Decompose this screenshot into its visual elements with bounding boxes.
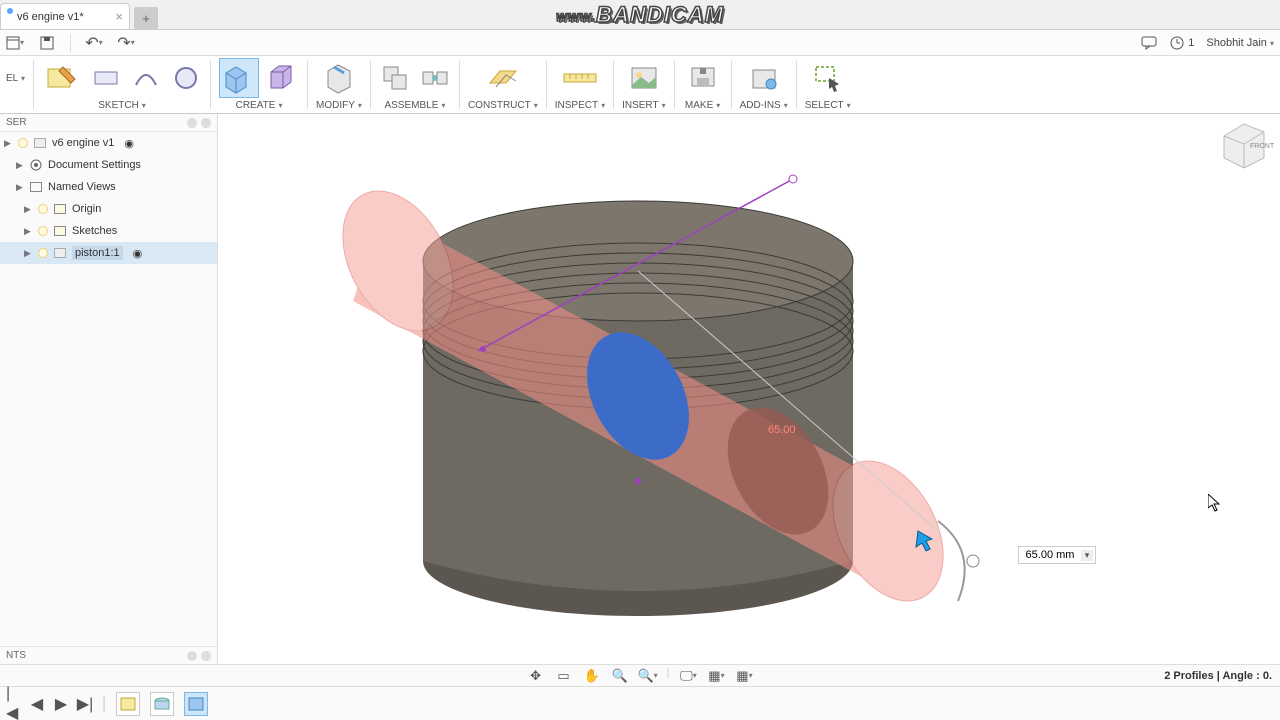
close-icon[interactable]: × xyxy=(115,9,123,24)
tab-title: v6 engine v1* xyxy=(17,11,84,23)
new-component-icon[interactable] xyxy=(379,62,411,94)
ribbon-group-insert[interactable]: INSERT▾ xyxy=(622,100,666,113)
status-text: 2 Profiles | Angle : 0. xyxy=(1164,670,1280,682)
viewport-canvas[interactable]: 65.00 ▾ FRONT xyxy=(218,114,1280,664)
undo-icon[interactable]: ↶▾ xyxy=(85,34,103,52)
dropdown-icon[interactable]: ▾ xyxy=(1081,550,1093,561)
dimension-input[interactable] xyxy=(1021,549,1079,561)
comments-icon[interactable] xyxy=(1140,34,1158,52)
construct-plane-icon[interactable] xyxy=(483,58,523,98)
extrude-icon[interactable] xyxy=(219,58,259,98)
browser-item-sketches[interactable]: ▶ Sketches xyxy=(0,220,217,242)
timeline-play-icon[interactable]: ▶ xyxy=(54,697,68,711)
timeline: |◀ ◀ ▶ ▶| | xyxy=(0,686,1280,720)
cursor-icon xyxy=(1208,494,1220,512)
component-icon xyxy=(34,138,46,148)
grid-icon[interactable]: ▦▾ xyxy=(707,667,725,685)
circle-icon[interactable] xyxy=(170,62,202,94)
document-tab[interactable]: v6 engine v1* × xyxy=(0,3,130,29)
new-tab-button[interactable]: + xyxy=(134,7,158,29)
visibility-icon[interactable] xyxy=(38,248,48,258)
status-bar: ✥ ▭ ✋ 🔍 🔍▾ | 🖵▾ ▦▾ ▦▾ 2 Profiles | Angle… xyxy=(0,664,1280,686)
folder-icon xyxy=(54,204,66,214)
browser-panel: SER ▶ v6 engine v1 ◉ ▶ Document Settings… xyxy=(0,114,218,664)
views-icon xyxy=(30,182,42,192)
fit-icon[interactable]: 🔍▾ xyxy=(639,667,657,685)
browser-item-docsettings[interactable]: ▶ Document Settings xyxy=(0,154,217,176)
comments-header[interactable]: NTS xyxy=(0,646,217,664)
browser-item-namedviews[interactable]: ▶ Named Views xyxy=(0,176,217,198)
viewports-icon[interactable]: ▦▾ xyxy=(735,667,753,685)
ribbon-toolbar: EL ▾ SKETCH▾ CREATE▾ MODIFY▾ ASSEMBLE▾ xyxy=(0,56,1280,114)
active-dot-icon[interactable]: ◉ xyxy=(133,247,143,260)
folder-icon xyxy=(54,226,66,236)
gear-icon xyxy=(30,159,42,171)
job-status[interactable]: 1 xyxy=(1170,36,1194,50)
addins-icon[interactable] xyxy=(744,58,784,98)
pan-icon[interactable]: ✋ xyxy=(583,667,601,685)
timeline-back-icon[interactable]: ◀ xyxy=(30,697,44,711)
quick-access-toolbar: ▾ ↶▾ ↷▾ 1 Shobhit Jain ▾ xyxy=(0,30,1280,56)
bandicam-watermark: www.BANDICAM xyxy=(556,2,724,28)
arc-icon[interactable] xyxy=(130,62,162,94)
visibility-icon[interactable] xyxy=(18,138,28,148)
workspace-switcher[interactable]: EL ▾ xyxy=(0,56,31,113)
ribbon-group-make[interactable]: MAKE▾ xyxy=(685,100,720,113)
unsaved-indicator xyxy=(7,8,13,14)
clock-icon xyxy=(1170,36,1184,50)
chevron-icon[interactable]: ▶ xyxy=(16,182,24,193)
ribbon-group-addins[interactable]: ADD-INS▾ xyxy=(740,100,788,113)
timeline-sketch-icon[interactable] xyxy=(116,692,140,716)
save-icon[interactable] xyxy=(38,34,56,52)
zoom-icon[interactable]: 🔍 xyxy=(611,667,629,685)
redo-icon[interactable]: ↷▾ xyxy=(117,34,135,52)
file-menu-icon[interactable]: ▾ xyxy=(6,34,24,52)
print-3d-icon[interactable] xyxy=(683,58,723,98)
ribbon-group-modify[interactable]: MODIFY▾ xyxy=(316,100,362,113)
model-view[interactable] xyxy=(218,114,1280,664)
ribbon-group-create[interactable]: CREATE▾ xyxy=(236,100,283,113)
chevron-icon[interactable]: ▶ xyxy=(24,226,32,237)
timeline-start-icon[interactable]: |◀ xyxy=(6,697,20,711)
box-icon[interactable] xyxy=(267,62,299,94)
chevron-icon[interactable]: ▶ xyxy=(24,204,32,215)
chevron-icon[interactable]: ▶ xyxy=(24,248,32,259)
timeline-active-feature-icon[interactable] xyxy=(184,692,208,716)
create-sketch-icon[interactable] xyxy=(42,58,82,98)
select-icon[interactable] xyxy=(808,58,848,98)
ribbon-group-sketch[interactable]: SKETCH▾ xyxy=(98,100,146,113)
browser-item-piston[interactable]: ▶ piston1:1 ◉ xyxy=(0,242,217,264)
dimension-input-box[interactable]: ▾ xyxy=(1018,546,1096,564)
browser-root[interactable]: ▶ v6 engine v1 ◉ xyxy=(0,132,217,154)
press-pull-icon[interactable] xyxy=(319,58,359,98)
chevron-icon[interactable]: ▶ xyxy=(16,160,24,171)
ribbon-group-inspect[interactable]: INSPECT▾ xyxy=(555,100,605,113)
svg-text:FRONT: FRONT xyxy=(1250,143,1274,150)
orbit-icon[interactable]: ✥ xyxy=(527,667,545,685)
settings-dot-icon[interactable] xyxy=(187,118,197,128)
active-dot-icon[interactable]: ◉ xyxy=(124,137,134,150)
measure-icon[interactable] xyxy=(560,58,600,98)
lookat-icon[interactable]: ▭ xyxy=(555,667,573,685)
visibility-icon[interactable] xyxy=(38,204,48,214)
browser-item-origin[interactable]: ▶ Origin xyxy=(0,198,217,220)
dimension-label: 65.00 xyxy=(768,424,796,436)
timeline-end-icon[interactable]: ▶| xyxy=(78,697,92,711)
joint-icon[interactable] xyxy=(419,62,451,94)
rectangle-icon[interactable] xyxy=(90,62,122,94)
navigation-toolbar: ✥ ▭ ✋ 🔍 🔍▾ | 🖵▾ ▦▾ ▦▾ xyxy=(527,667,754,685)
display-icon[interactable]: 🖵▾ xyxy=(679,667,697,685)
collapse-dot-icon[interactable] xyxy=(201,118,211,128)
browser-header[interactable]: SER xyxy=(0,114,217,132)
viewcube[interactable]: FRONT xyxy=(1218,118,1274,174)
ribbon-group-select[interactable]: SELECT▾ xyxy=(805,100,851,113)
ribbon-group-construct[interactable]: CONSTRUCT▾ xyxy=(468,100,538,113)
visibility-icon[interactable] xyxy=(38,226,48,236)
ribbon-group-assemble[interactable]: ASSEMBLE▾ xyxy=(384,100,445,113)
component-icon xyxy=(54,248,66,258)
timeline-extrude-icon[interactable] xyxy=(150,692,174,716)
insert-decal-icon[interactable] xyxy=(624,58,664,98)
chevron-down-icon[interactable]: ▶ xyxy=(4,138,12,149)
user-menu[interactable]: Shobhit Jain ▾ xyxy=(1206,37,1274,49)
